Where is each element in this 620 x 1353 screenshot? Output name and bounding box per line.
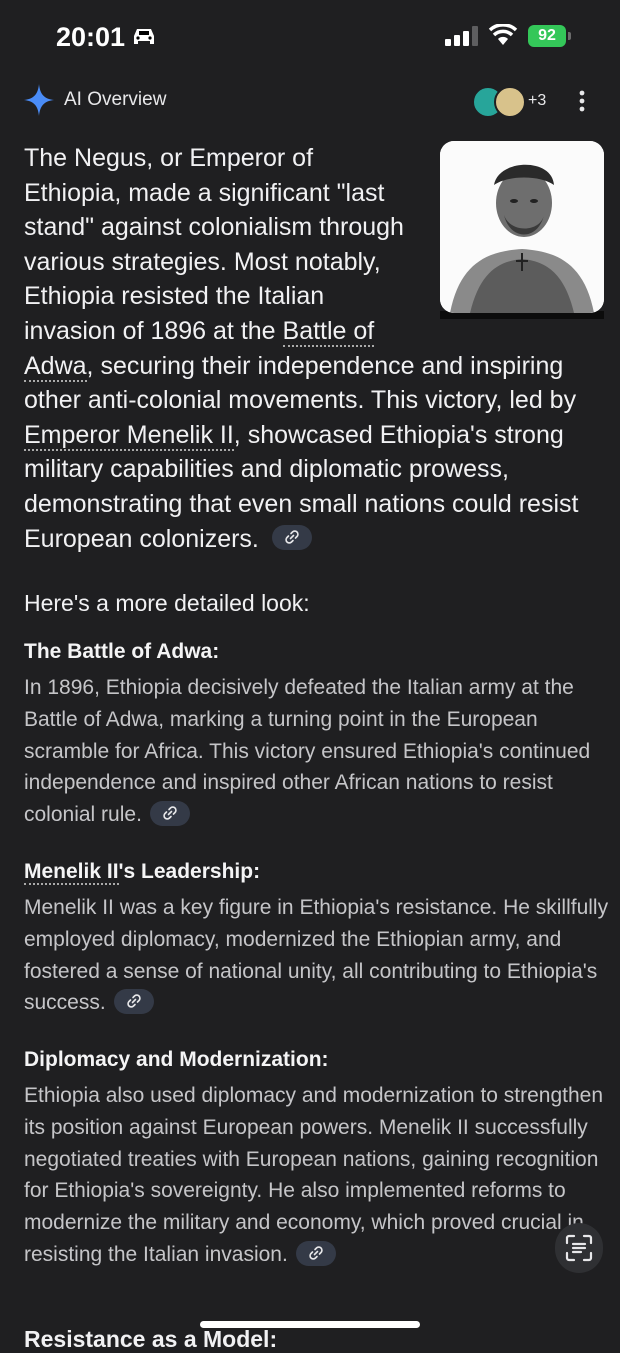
home-indicator[interactable] xyxy=(200,1321,420,1328)
detail-section: The Battle of Adwa: In 1896, Ethiopia de… xyxy=(24,636,614,831)
section-body: Ethiopia also used diplomacy and moderni… xyxy=(24,1080,614,1271)
link-icon xyxy=(309,1246,323,1260)
battery-indicator: 92 xyxy=(528,25,566,47)
section-body-text: Ethiopia also used diplomacy and moderni… xyxy=(24,1084,604,1266)
link-icon xyxy=(163,806,177,820)
section-title: The Battle of Adwa: xyxy=(24,640,220,663)
status-time: 20:01 xyxy=(56,22,126,52)
citation-link-button[interactable] xyxy=(271,525,312,551)
detail-heading: Here's a more detailed look: xyxy=(24,590,310,616)
summary-text-2: , securing their independence and inspir… xyxy=(24,351,577,415)
section-body-text: Menelik II was a key figure in Ethiopia'… xyxy=(24,896,609,1015)
citation-link-button[interactable] xyxy=(113,989,154,1015)
section-title-rest: 's Leadership: xyxy=(118,860,261,883)
ai-overview-title: AI Overview xyxy=(64,89,167,110)
sources-more-count: +3 xyxy=(528,92,547,109)
link-icon xyxy=(285,530,299,545)
emperor-menelik-link[interactable]: Emperor Menelik II xyxy=(24,420,234,451)
emperor-portrait-thumbnail[interactable] xyxy=(440,141,604,321)
section-body-text: In 1896, Ethiopia decisively defeated th… xyxy=(24,676,591,827)
cellular-signal-icon xyxy=(445,26,478,46)
emperor-portrait-image xyxy=(440,141,604,313)
menelik-ii-link[interactable]: Menelik II xyxy=(24,860,119,885)
summary-text-1: The Negus, or Emperor of Ethiopia, made … xyxy=(24,144,404,345)
detail-section: Menelik II's Leadership: Menelik II was … xyxy=(24,856,614,1019)
section-body: Menelik II was a key figure in Ethiopia'… xyxy=(24,892,614,1019)
source-badges[interactable]: +3 xyxy=(472,86,552,118)
section-title: Menelik II's Leadership: xyxy=(24,856,614,888)
detail-section: Diplomacy and Modernization: Ethiopia al… xyxy=(24,1044,614,1271)
source-favicon xyxy=(494,86,526,118)
section-title: Diplomacy and Modernization: xyxy=(24,1048,329,1071)
more-options-icon[interactable] xyxy=(578,90,586,112)
citation-link-button[interactable] xyxy=(295,1240,336,1266)
scan-text-button[interactable] xyxy=(555,1223,603,1273)
next-section-heading: Resistance as a Model: xyxy=(24,1326,278,1352)
car-icon xyxy=(134,29,154,44)
ai-summary: The Negus, or Emperor of Ethiopia, made … xyxy=(24,141,604,556)
ai-overview-header: AI Overview +3 xyxy=(0,78,620,124)
status-bar: 20:01 92 xyxy=(0,0,620,76)
sparkle-icon xyxy=(24,84,54,116)
wifi-icon xyxy=(488,24,518,45)
citation-link-button[interactable] xyxy=(149,801,190,827)
section-body: In 1896, Ethiopia decisively defeated th… xyxy=(24,672,614,831)
battery-tip xyxy=(568,32,571,40)
scan-text-icon xyxy=(565,1234,593,1262)
link-icon xyxy=(126,994,141,1009)
